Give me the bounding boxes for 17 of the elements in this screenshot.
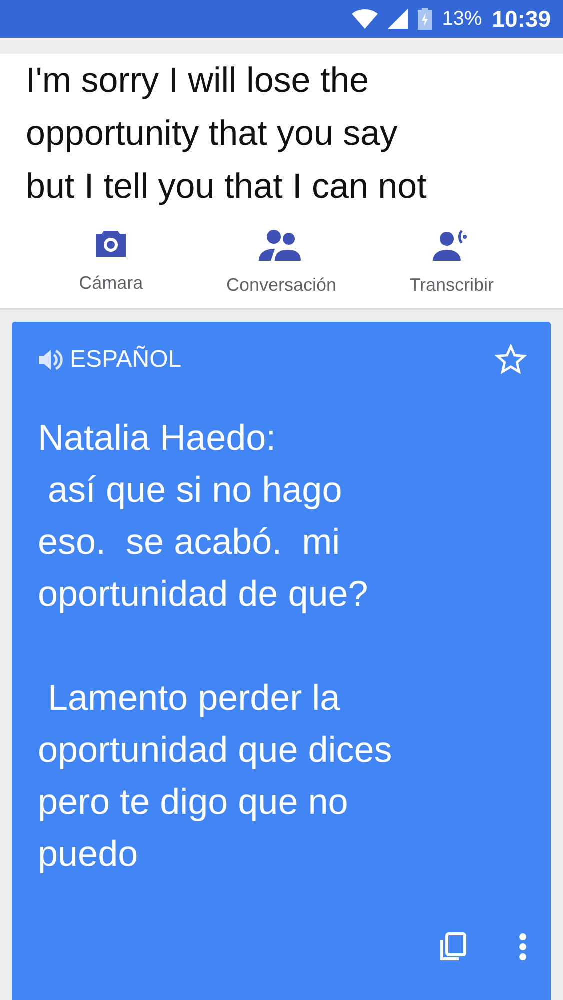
battery-icon [418, 8, 432, 30]
battery-percent: 13% [442, 8, 482, 30]
translated-text: Natalia Haedo: así que si no hago eso. se acabó. mi oportunidad de que? Lamento perder la oportunidad que dices pero te digo que no puedo [38, 416, 394, 876]
camera-icon [94, 229, 128, 259]
mode-button[interactable]: Conversación [201, 223, 362, 302]
speaker-icon[interactable] [38, 347, 64, 373]
people-icon [259, 229, 304, 261]
wifi-icon [352, 9, 378, 29]
mode-button[interactable]: Cámara [31, 223, 192, 302]
source-text: I'm sorry I will lose the opportunity that you say but I tell you that I can not [26, 60, 427, 208]
language-label: ESPAÑOL [70, 346, 182, 374]
signal-icon [388, 9, 408, 29]
copy-icon[interactable] [439, 932, 467, 962]
mode-button[interactable]: Transcribir [372, 223, 532, 302]
clock: 10:39 [492, 6, 551, 32]
more-options-icon[interactable] [519, 933, 527, 961]
star-icon[interactable] [495, 344, 527, 376]
